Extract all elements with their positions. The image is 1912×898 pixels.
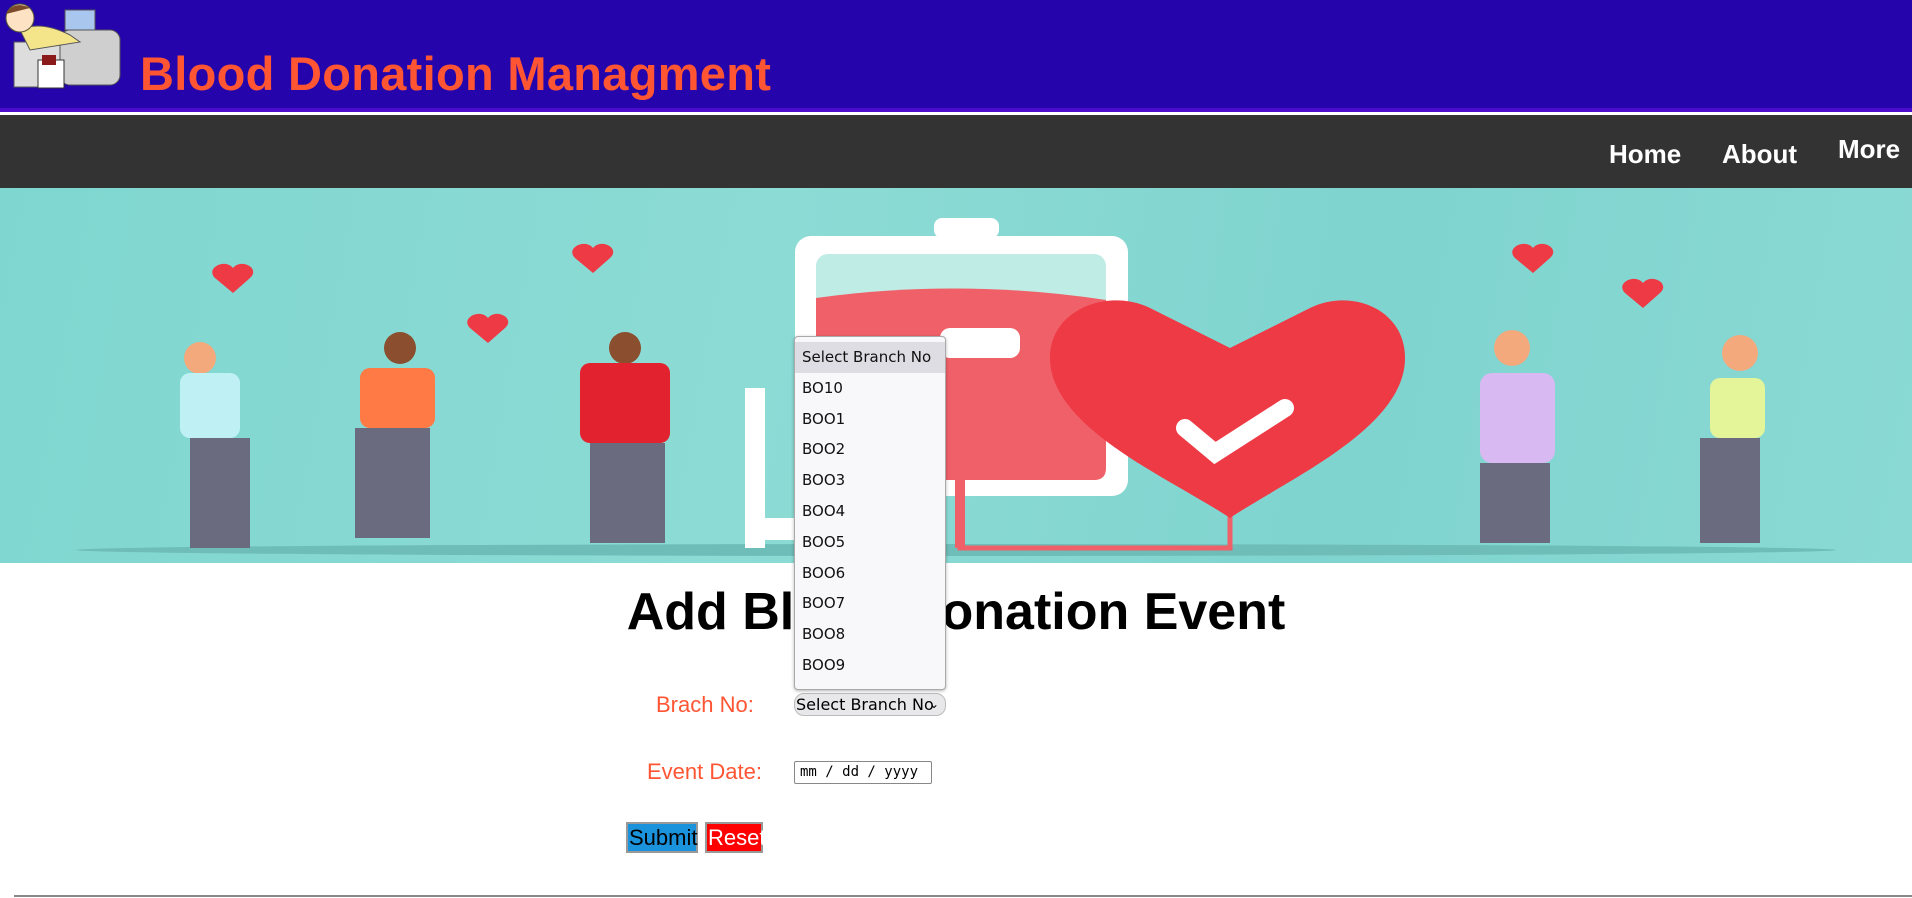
branch-option[interactable]: Select Branch No: [795, 342, 945, 373]
divider: [14, 895, 1912, 897]
branch-option[interactable]: BOO8: [795, 619, 945, 650]
chevron-down-icon: ⌄: [928, 697, 939, 711]
branch-dropdown-list[interactable]: Select Branch No BO10 BOO1 BOO2 BOO3 BOO…: [794, 336, 946, 690]
branch-label: Brach No:: [656, 692, 754, 717]
branch-option[interactable]: BOO2: [795, 434, 945, 465]
person-figure: [180, 263, 254, 548]
nav-about[interactable]: About: [1722, 139, 1797, 170]
blood-donor-logo: [5, 3, 121, 89]
branch-option[interactable]: BOO1: [795, 404, 945, 435]
nav-more[interactable]: More: [1838, 134, 1900, 165]
event-date-input[interactable]: mm / dd / yyyy: [794, 761, 932, 784]
nav-home[interactable]: Home: [1609, 139, 1681, 170]
hero-banner: [0, 188, 1912, 563]
branch-option[interactable]: BOO9: [795, 650, 945, 681]
branch-option[interactable]: BOO3: [795, 465, 945, 496]
branch-select[interactable]: Select Branch No ⌄: [794, 693, 946, 716]
branch-option[interactable]: BOO6: [795, 558, 945, 589]
branch-option[interactable]: BOO5: [795, 527, 945, 558]
blood-donation-illustration: [76, 218, 1836, 556]
submit-button[interactable]: Submit: [626, 822, 698, 853]
site-header: Blood Donation Managment: [0, 0, 1912, 112]
branch-option[interactable]: BOO7: [795, 588, 945, 619]
top-nav: Home About More: [0, 115, 1912, 188]
branch-select-value: Select Branch No: [796, 695, 934, 714]
page-heading: Add Blood Donation Event: [626, 583, 1286, 641]
event-date-label: Event Date:: [647, 759, 762, 784]
reset-button[interactable]: Reset: [705, 822, 765, 853]
branch-option[interactable]: BO10: [795, 373, 945, 404]
branch-option[interactable]: BOO4: [795, 496, 945, 527]
site-title: Blood Donation Managment: [140, 47, 772, 100]
